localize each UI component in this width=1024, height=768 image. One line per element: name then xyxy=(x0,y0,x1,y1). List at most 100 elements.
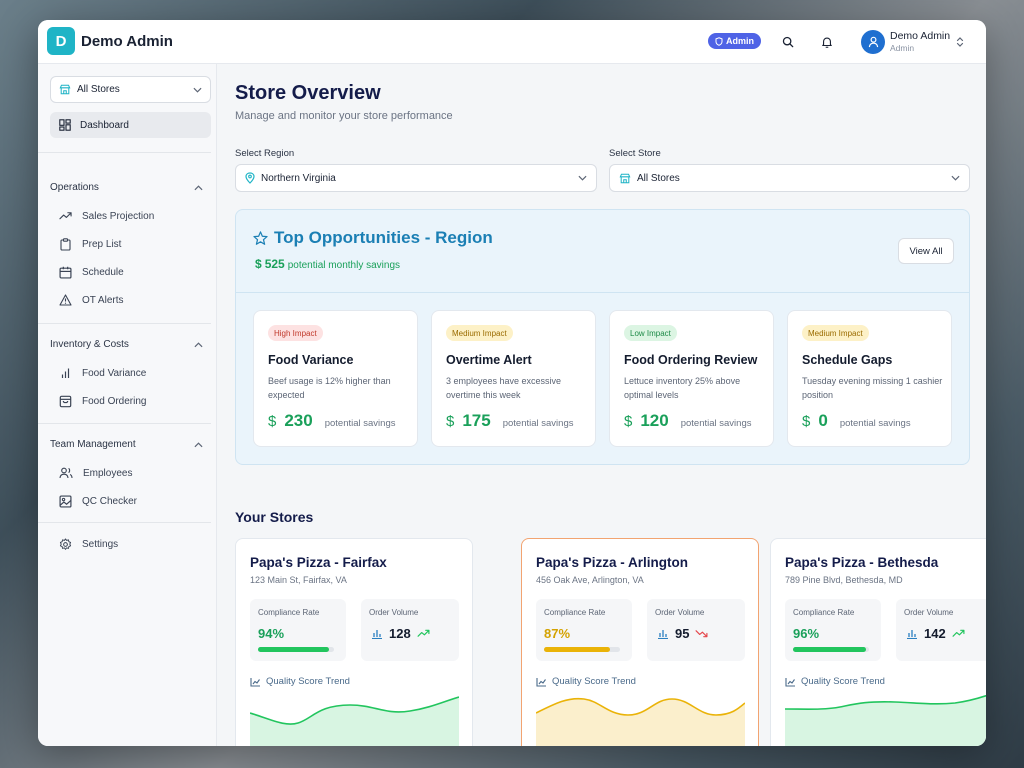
impact-badge: High Impact xyxy=(268,325,323,341)
opportunity-card-food-ordering-review[interactable]: Low Impact Food Ordering Review Lettuce … xyxy=(609,310,774,447)
opportunity-savings: $ 120 potential savings xyxy=(624,411,752,431)
dollar-sign-icon: $ xyxy=(255,257,262,271)
page-subtitle: Manage and monitor your store performanc… xyxy=(235,110,453,122)
sidebar-item-label: Schedule xyxy=(82,266,124,278)
admin-badge-label: Admin xyxy=(726,36,754,46)
opportunity-card-overtime-alert[interactable]: Medium Impact Overtime Alert 3 employees… xyxy=(431,310,596,447)
search-button[interactable] xyxy=(779,33,797,51)
dashboard-icon xyxy=(59,119,71,131)
sidebar-store-select-value: All Stores xyxy=(77,84,120,95)
dollar-sign-icon: $ xyxy=(802,413,811,430)
sidebar-item-prep-list[interactable]: Prep List xyxy=(59,235,121,253)
opportunity-description: Tuesday evening missing 1 cashier positi… xyxy=(802,376,943,400)
opportunity-amount: 230 xyxy=(284,411,313,430)
compliance-bar xyxy=(544,647,620,652)
top-opportunities-panel: Top Opportunities - Region $ 525 potenti… xyxy=(235,209,970,465)
store-card-fairfax[interactable]: Papa's Pizza - Fairfax 123 Main St, Fair… xyxy=(235,538,473,746)
store-card-bethesda[interactable]: Papa's Pizza - Bethesda 789 Pine Blvd, B… xyxy=(770,538,986,746)
sidebar-divider xyxy=(38,423,211,424)
sidebar-item-label: Prep List xyxy=(82,238,122,250)
quality-trend-chart xyxy=(536,697,745,746)
impact-badge: Low Impact xyxy=(624,325,677,341)
order-volume-row: 142 xyxy=(906,626,965,641)
region-label: Select Region xyxy=(235,148,295,159)
sidebar-item-food-ordering[interactable]: Food Ordering xyxy=(59,392,146,410)
app-title: Demo Admin xyxy=(81,33,173,50)
main-content: Store Overview Manage and monitor your s… xyxy=(218,64,986,746)
store-icon xyxy=(59,84,71,95)
compliance-value: 87% xyxy=(544,626,571,641)
impact-badge: Medium Impact xyxy=(802,325,869,341)
opportunity-amount: 120 xyxy=(640,411,669,430)
opportunity-card-schedule-gaps[interactable]: Medium Impact Schedule Gaps Tuesday even… xyxy=(787,310,952,447)
sidebar-item-qc-checker[interactable]: QC Checker xyxy=(59,492,137,510)
quality-trend-area xyxy=(536,698,745,746)
opportunities-savings-text: potential monthly savings xyxy=(287,260,401,271)
order-volume-label: Order Volume xyxy=(369,608,419,617)
sidebar-item-label: Dashboard xyxy=(80,119,129,131)
sidebar-section-title: Operations xyxy=(50,182,99,193)
opportunity-amount: 0 xyxy=(818,411,828,430)
opportunity-card-food-variance[interactable]: High Impact Food Variance Beef usage is … xyxy=(253,310,418,447)
order-volume-value: 95 xyxy=(675,626,690,641)
chevron-up-icon xyxy=(194,341,203,347)
sidebar-section-operations[interactable]: Operations xyxy=(50,182,203,193)
user-menu-toggle[interactable] xyxy=(956,35,964,53)
order-volume-label: Order Volume xyxy=(655,608,705,617)
store-icon xyxy=(619,173,631,183)
star-icon xyxy=(253,231,268,245)
quality-trend-label: Quality Score Trend xyxy=(536,676,636,687)
store-card-arlington[interactable]: Papa's Pizza - Arlington 456 Oak Ave, Ar… xyxy=(521,538,759,746)
sidebar-section-team-management[interactable]: Team Management xyxy=(50,439,203,450)
clipboard-icon xyxy=(60,237,71,251)
compliance-metric: Compliance Rate 94% xyxy=(250,599,346,661)
shopping-bag-icon xyxy=(59,395,72,407)
app-logo[interactable]: D xyxy=(47,27,75,55)
order-volume-value: 142 xyxy=(924,626,946,641)
sidebar-section-title: Inventory & Costs xyxy=(50,339,129,350)
opportunities-savings-amount: 525 xyxy=(264,257,285,271)
user-name[interactable]: Demo Admin xyxy=(890,30,950,42)
sidebar-item-dashboard[interactable]: Dashboard xyxy=(50,112,211,138)
opportunity-savings: $ 0 potential savings xyxy=(802,411,911,431)
sidebar-item-settings[interactable]: Settings xyxy=(59,535,118,553)
notifications-button[interactable] xyxy=(818,33,836,51)
order-volume-label: Order Volume xyxy=(904,608,954,617)
dollar-sign-icon: $ xyxy=(446,413,455,430)
opportunity-savings: $ 230 potential savings xyxy=(268,411,396,431)
sidebar-item-ot-alerts[interactable]: OT Alerts xyxy=(59,291,124,309)
quality-trend-chart xyxy=(250,696,459,746)
compliance-value: 94% xyxy=(258,626,285,641)
map-pin-icon xyxy=(245,172,255,184)
sidebar-item-label: Employees xyxy=(83,467,133,479)
store-name: Papa's Pizza - Arlington xyxy=(536,555,688,570)
view-all-button[interactable]: View All xyxy=(898,238,954,264)
store-name: Papa's Pizza - Bethesda xyxy=(785,555,939,570)
line-chart-icon xyxy=(785,677,795,687)
bar-chart-icon xyxy=(907,630,917,639)
sidebar-item-employees[interactable]: Employees xyxy=(59,464,132,482)
region-select[interactable]: Northern Virginia xyxy=(235,164,597,192)
sidebar-divider xyxy=(38,323,211,324)
warning-icon xyxy=(59,294,72,306)
quality-trend-label: Quality Score Trend xyxy=(250,676,350,687)
user-avatar[interactable] xyxy=(861,30,885,54)
line-chart-icon xyxy=(536,677,546,687)
bar-chart-icon xyxy=(658,630,668,639)
sidebar-item-food-variance[interactable]: Food Variance xyxy=(59,364,146,382)
quality-trend-text: Quality Score Trend xyxy=(801,676,885,687)
quality-trend-text: Quality Score Trend xyxy=(266,676,350,687)
opportunity-savings-label: potential savings xyxy=(502,418,574,429)
image-icon xyxy=(59,494,72,508)
opportunity-description: Lettuce inventory 25% above optimal leve… xyxy=(624,376,741,400)
sidebar-item-schedule[interactable]: Schedule xyxy=(59,263,124,281)
sidebar-store-select[interactable]: All Stores xyxy=(50,76,211,103)
store-label: Select Store xyxy=(609,148,661,159)
store-select[interactable]: All Stores xyxy=(609,164,970,192)
order-volume-metric: Order Volume 142 xyxy=(896,599,986,661)
opportunity-savings-label: potential savings xyxy=(324,418,396,429)
chevron-up-icon xyxy=(194,184,203,190)
compliance-label: Compliance Rate xyxy=(544,608,606,617)
sidebar-section-inventory-costs[interactable]: Inventory & Costs xyxy=(50,339,203,350)
sidebar-item-sales-projection[interactable]: Sales Projection xyxy=(59,207,154,225)
